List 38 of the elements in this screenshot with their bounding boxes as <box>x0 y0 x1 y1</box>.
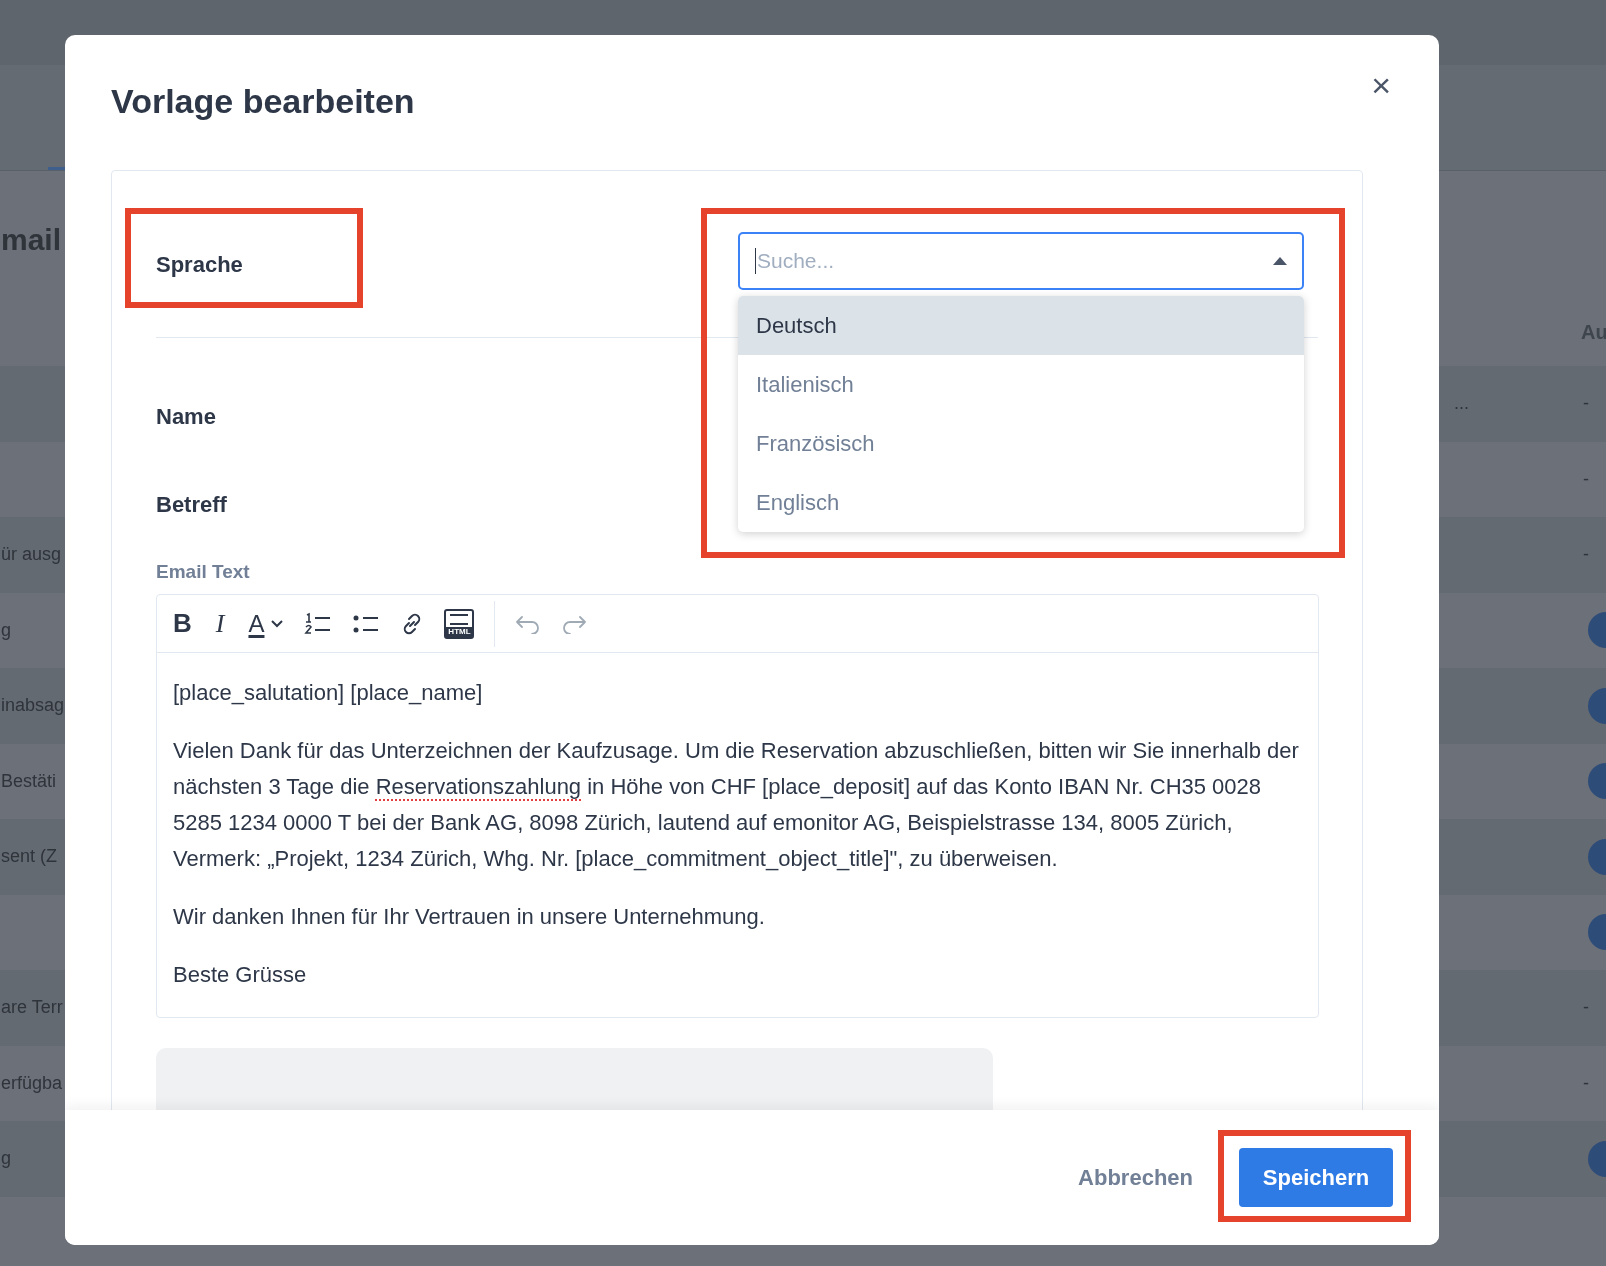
dropdown-option[interactable]: Französisch <box>738 414 1304 473</box>
table-cell-text: - <box>1582 997 1589 1019</box>
caret-icon <box>270 618 285 629</box>
italic-button[interactable]: I <box>211 608 229 639</box>
numbered-list-icon[interactable] <box>304 611 333 636</box>
table-cell-text: - <box>1582 544 1589 566</box>
close-button[interactable]: × <box>1367 68 1395 102</box>
table-cell: Bestäti <box>1 770 57 791</box>
cancel-button[interactable]: Abbrechen <box>1078 1164 1193 1191</box>
dropdown-option[interactable]: Deutsch <box>738 296 1304 355</box>
html-source-button[interactable]: HTML <box>444 608 475 639</box>
text-editor[interactable] <box>156 594 1319 1018</box>
table-cell: sent (Z <box>1 846 57 867</box>
field-label: Email Text <box>156 561 250 583</box>
table-cell-text: - <box>1582 393 1589 415</box>
search-field[interactable]: Suche... <box>738 232 1304 290</box>
table-cell: erfügba <box>1 1072 63 1093</box>
table-cell-text: - <box>1582 468 1589 490</box>
dropdown-option[interactable]: Italienisch <box>738 355 1304 414</box>
bold-button[interactable]: B <box>173 608 192 639</box>
page-heading: mail <box>1 223 62 256</box>
dialog-title: Vorlage bearbeiten <box>111 82 415 121</box>
field-label: Name <box>156 404 216 430</box>
table-cell-text: ... <box>1453 393 1469 414</box>
table-cell-text: - <box>1582 1072 1589 1094</box>
save-button[interactable]: Speichern <box>1239 1148 1393 1207</box>
tab-underline <box>48 167 65 170</box>
email-paragraph: [place_salutation] [place_name] <box>173 679 484 707</box>
text-color-button[interactable]: A <box>248 609 285 638</box>
table-cell: g <box>1 619 11 640</box>
text-cursor <box>755 248 756 274</box>
email-paragraph: Beste Grüsse <box>173 961 308 989</box>
dropdown-option[interactable]: Englisch <box>738 473 1304 532</box>
field-label: Sprache <box>156 252 243 278</box>
email-paragraph: Vielen Dank für das Unterzeichnen der Kaufzusage. Um die Reservation abzuschließen, bitten wir Sie innerhalb der nächsten 3 Tage die Reservationszahlung in Höhe von CHF [place_deposit] auf das Konto IBAN Nr. CH35 0028 5285 1234 0000 T bei der Bank AG, 8098 Zürich, lautend auf emonitor AG, Beispielstrasse 134, 8005 Zürich, Vermerk: „Projekt, 1234 Zürich, Whg. Nr. [place_commitment_object_title]", zu überweisen. <box>173 737 1300 873</box>
email-paragraph: Wir danken Ihnen für Ihr Vertrauen in unsere Unternehmung. <box>173 903 766 931</box>
table-cell: inabsag <box>1 695 65 716</box>
field-label: Betreff <box>156 492 227 518</box>
